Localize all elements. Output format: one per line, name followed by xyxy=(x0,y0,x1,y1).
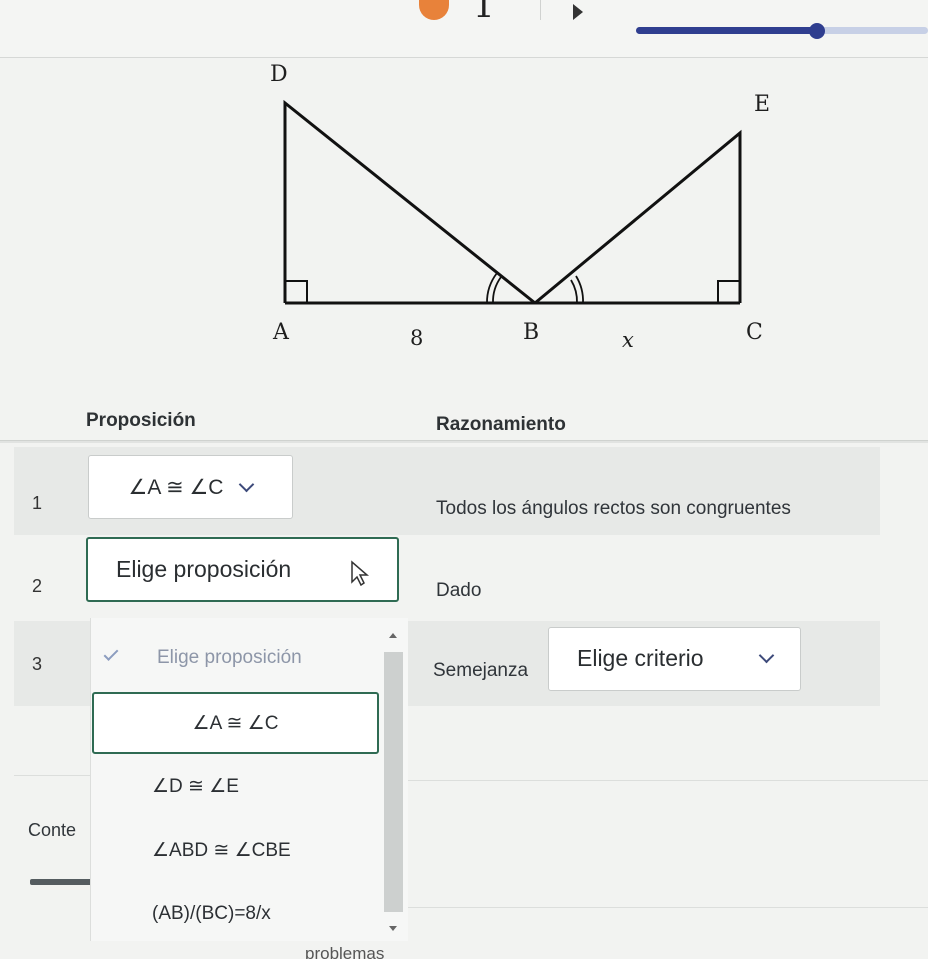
question-number[interactable]: 1 xyxy=(473,0,495,26)
length-ab: 8 xyxy=(410,326,423,350)
dropdown-option-4[interactable]: (AB)/(BC)=8/x xyxy=(152,903,271,925)
row-number: 2 xyxy=(32,576,43,596)
right-angle-a-icon xyxy=(285,280,308,303)
dropdown-option-3[interactable]: ∠ABD ≅ ∠CBE xyxy=(152,839,291,862)
dropdown-option-2[interactable]: ∠D ≅ ∠E xyxy=(152,775,239,798)
header-statement: Proposición xyxy=(86,410,196,431)
play-icon[interactable] xyxy=(573,4,583,20)
reason-text: Semejanza xyxy=(433,660,529,681)
progress-bar xyxy=(636,23,928,39)
scroll-up-icon[interactable] xyxy=(389,633,397,638)
triangles-figure: D E A B C 8 x xyxy=(270,62,770,352)
angle-arc-dba-1 xyxy=(492,276,502,304)
geometry-diagram: D E A B C 8 x xyxy=(250,55,790,360)
criterion-select[interactable]: Elige criterio xyxy=(548,627,801,691)
length-bc: x xyxy=(622,328,634,352)
reason-text: Dado xyxy=(436,580,482,601)
statement-value: ∠A ≅ ∠C xyxy=(128,475,224,499)
divider xyxy=(405,780,928,781)
right-angle-c-icon xyxy=(717,280,740,303)
divider xyxy=(405,907,928,908)
label-a: A xyxy=(272,320,290,345)
label-b: B xyxy=(523,320,539,345)
dropdown-placeholder: Elige proposición xyxy=(157,647,302,668)
side-label: Conte xyxy=(28,820,77,840)
top-bar: 1 xyxy=(0,0,928,58)
criterion-placeholder: Elige criterio xyxy=(577,645,704,671)
triangle-cbe xyxy=(534,129,742,305)
scroll-down-icon[interactable] xyxy=(389,926,397,931)
mouse-cursor-icon xyxy=(351,560,370,586)
dropdown-option-1[interactable]: ∠A ≅ ∠C xyxy=(92,692,379,754)
label-d: D xyxy=(270,62,288,87)
divider xyxy=(14,775,90,776)
option-label: ∠A ≅ ∠C xyxy=(192,712,279,734)
status-dot-icon xyxy=(419,0,449,20)
angle-arc-ebc-1 xyxy=(570,279,578,304)
status-bar xyxy=(30,879,92,885)
progress-fill xyxy=(636,27,818,34)
divider xyxy=(540,0,541,20)
triangle-abd xyxy=(283,99,536,305)
statement-select-1[interactable]: ∠A ≅ ∠C xyxy=(88,455,293,519)
footer-text: problemas xyxy=(305,944,385,959)
chevron-down-icon xyxy=(239,476,255,492)
statement-placeholder: Elige proposición xyxy=(116,556,292,582)
header-reason: Razonamiento xyxy=(436,414,566,435)
label-e: E xyxy=(754,92,770,117)
label-c: C xyxy=(746,320,763,345)
header-divider xyxy=(0,440,928,443)
reason-text: Todos los ángulos rectos son congruentes xyxy=(436,498,791,519)
progress-knob[interactable] xyxy=(809,23,826,39)
row-number: 1 xyxy=(32,493,43,513)
dropdown-scrollbar[interactable] xyxy=(384,652,403,912)
row-number: 3 xyxy=(32,654,43,674)
chevron-down-icon xyxy=(758,647,775,664)
